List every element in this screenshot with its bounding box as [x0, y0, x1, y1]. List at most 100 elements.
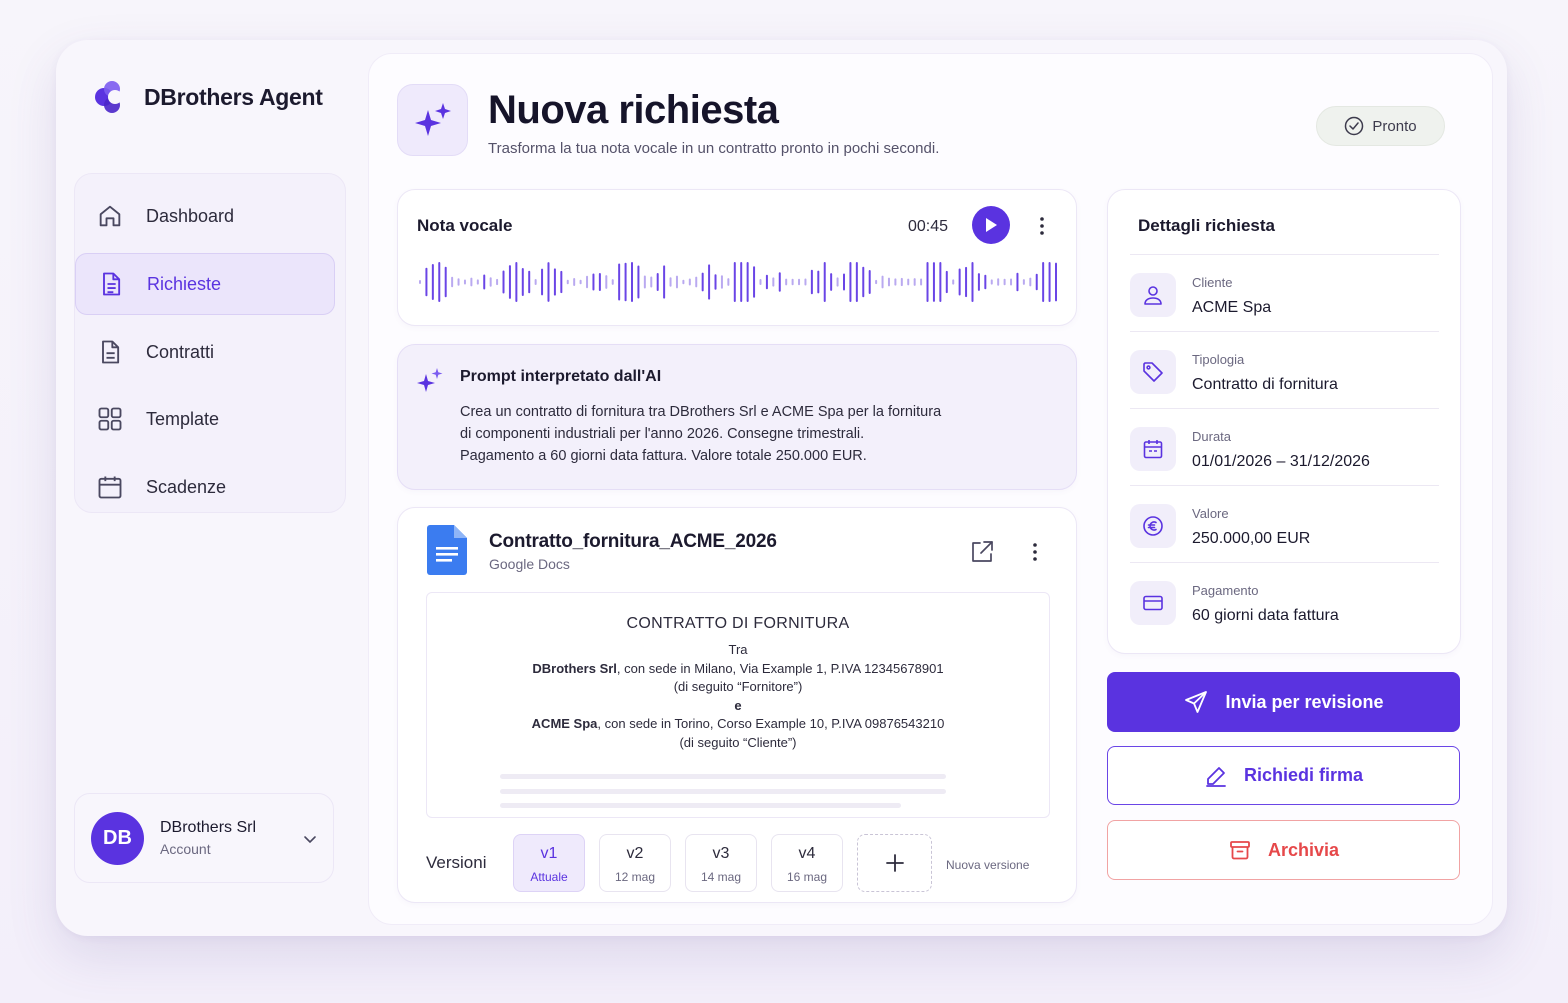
waveform-bar — [1003, 278, 1006, 286]
waveform-bar — [791, 278, 794, 286]
waveform-bar — [496, 278, 499, 286]
waveform[interactable] — [418, 260, 1058, 304]
waveform-bar — [733, 262, 736, 302]
waveform-bar — [926, 262, 929, 302]
waveform-bar — [431, 264, 434, 300]
waveform-bar — [753, 266, 756, 298]
waveform-bar — [843, 273, 845, 291]
version-date: 14 mag — [700, 870, 742, 884]
waveform-bar — [528, 270, 531, 294]
preview-placeholder-line — [500, 803, 901, 808]
waveform-bar — [579, 279, 582, 285]
home-icon — [99, 205, 121, 227]
version-name: v2 — [626, 845, 644, 862]
sidebar-item-label: Scadenze — [146, 476, 227, 497]
waveform-bar — [920, 278, 923, 286]
waveform-bar — [650, 276, 653, 288]
waveform-bar — [727, 278, 730, 286]
waveform-bar — [624, 262, 627, 302]
ai-prompt-line: Crea un contratto di fornitura tra DBrot… — [460, 404, 942, 420]
archive-label: Archivia — [1267, 839, 1340, 860]
waveform-bar — [631, 262, 633, 302]
detail-row-tipologia: Tipologia Contratto di fornitura — [1130, 331, 1439, 408]
version-v2[interactable]: v2 12 mag — [599, 834, 671, 892]
waveform-bar — [553, 268, 556, 296]
status-label: Pronto — [1372, 117, 1417, 135]
version-name: v3 — [712, 845, 730, 862]
detail-row-cliente: Cliente ACME Spa — [1130, 254, 1439, 331]
google-docs-icon — [427, 525, 467, 575]
waveform-bar — [483, 274, 486, 290]
detail-value: 60 giorni data fattura — [1192, 607, 1339, 624]
preview-title: CONTRATTO DI FORNITURA — [626, 615, 850, 632]
waveform-bar — [772, 277, 775, 287]
brand: DBrothers Agent — [92, 78, 323, 116]
ai-prompt-line: di componenti industriali per l'anno 202… — [460, 426, 865, 442]
sidebar-item-label: Dashboard — [146, 205, 235, 226]
preview-line: DBrothers Srl, con sede in Milano, Via E… — [532, 660, 944, 676]
new-version-button[interactable] — [857, 834, 932, 892]
play-button[interactable] — [972, 206, 1010, 244]
waveform-bar — [643, 275, 646, 289]
app-title: DBrothers Agent — [144, 83, 323, 110]
more-vertical-icon — [1040, 217, 1044, 235]
waveform-bar — [451, 276, 454, 288]
waveform-bar — [945, 270, 948, 294]
sparkle-icon — [417, 368, 443, 392]
waveform-bar — [830, 273, 833, 291]
document-source: Google Docs — [489, 556, 570, 572]
waveform-bar — [508, 265, 511, 299]
document-icon — [103, 272, 121, 296]
waveform-bar — [695, 276, 698, 288]
waveform-bar — [810, 269, 813, 295]
sidebar-item-label: Richieste — [147, 273, 222, 294]
waveform-bar — [534, 278, 537, 286]
version-v4[interactable]: v4 16 mag — [771, 834, 843, 892]
account-switcher[interactable]: DB DBrothers Srl Account — [74, 793, 334, 883]
archive-button[interactable]: Archivia — [1107, 820, 1460, 880]
detail-label: Durata — [1192, 429, 1232, 444]
version-v3[interactable]: v3 14 mag — [685, 834, 757, 892]
status-badge: Pronto — [1316, 106, 1445, 146]
detail-label: Cliente — [1192, 275, 1233, 290]
avatar: DB — [91, 811, 144, 865]
sidebar-item-richieste[interactable]: Richieste — [75, 253, 335, 315]
waveform-bar — [900, 277, 903, 287]
waveform-bar — [1055, 262, 1057, 302]
version-date: 12 mag — [614, 870, 656, 884]
waveform-bar — [836, 277, 839, 287]
voice-more-button[interactable] — [1030, 214, 1054, 238]
voice-note-title: Nota vocale — [417, 216, 513, 235]
calendar-icon — [1130, 427, 1176, 471]
send-review-button[interactable]: Invia per revisione — [1107, 672, 1460, 732]
waveform-bar — [804, 278, 807, 286]
version-v1[interactable]: v1 Attuale — [513, 834, 585, 892]
waveform-bar — [1048, 262, 1051, 302]
ai-prompt-card: Prompt interpretato dall'AI Crea un cont… — [397, 344, 1077, 490]
version-name: v1 — [540, 845, 558, 862]
document-name[interactable]: Contratto_fornitura_ACME_2026 — [489, 531, 777, 553]
sidebar-item-contratti[interactable]: Contratti — [75, 321, 335, 383]
waveform-bar — [586, 275, 589, 289]
document-more-button[interactable] — [1023, 540, 1047, 564]
waveform-bar — [541, 268, 544, 296]
external-link-icon[interactable] — [968, 538, 996, 566]
waveform-bar — [875, 279, 878, 285]
sidebar-item-dashboard[interactable]: Dashboard — [75, 185, 335, 247]
sidebar-item-scadenze[interactable]: Scadenze — [75, 456, 335, 518]
waveform-bar — [913, 278, 916, 286]
sidebar-item-template[interactable]: Template — [75, 388, 335, 450]
request-signature-button[interactable]: Richiedi firma — [1107, 746, 1460, 805]
document-preview[interactable]: CONTRATTO DI FORNITURA Tra DBrothers Srl… — [426, 592, 1050, 818]
waveform-bar — [1016, 272, 1019, 292]
play-icon — [986, 218, 997, 232]
sidebar-item-label: Template — [146, 408, 220, 429]
waveform-bar — [971, 262, 974, 302]
waveform-bar — [444, 266, 447, 298]
detail-value: Contratto di fornitura — [1192, 376, 1338, 393]
tag-icon — [1130, 350, 1176, 394]
account-sub: Account — [160, 841, 211, 857]
waveform-bar — [1010, 278, 1013, 286]
detail-row-pagamento: Pagamento 60 giorni data fattura — [1130, 562, 1439, 639]
versions-label: Versioni — [426, 853, 487, 872]
